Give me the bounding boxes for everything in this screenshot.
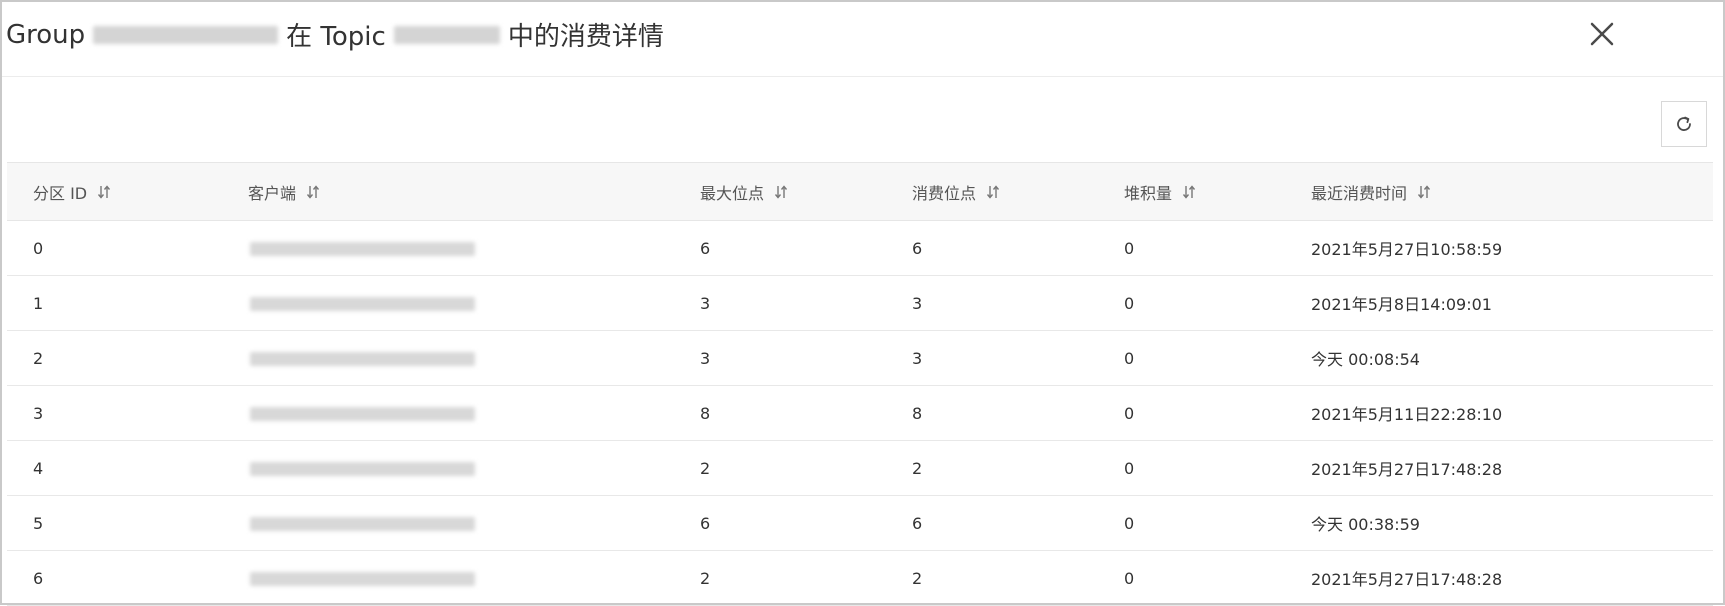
table-row: 0 6 6 0 2021年5月27日10:58:59 (7, 220, 1713, 276)
cell-partition-id: 5 (7, 495, 222, 551)
cell-max-offset: 6 (674, 495, 886, 551)
table-header-row: 分区 ID 客户端 最大位点 消费位点 堆积量 最近消费时间 (7, 162, 1713, 221)
consumption-table: 分区 ID 客户端 最大位点 消费位点 堆积量 最近消费时间 0 6 6 0 2… (7, 162, 1713, 606)
cell-client (222, 550, 674, 606)
cell-partition-id: 6 (7, 550, 222, 606)
cell-last-consumed-time: 今天 00:38:59 (1285, 495, 1713, 551)
refresh-button[interactable] (1661, 101, 1707, 147)
cell-partition-id: 4 (7, 440, 222, 496)
client-redacted (250, 297, 475, 311)
refresh-icon (1677, 116, 1691, 131)
cell-max-offset: 3 (674, 330, 886, 386)
consumption-table-wrapper: 分区 ID 客户端 最大位点 消费位点 堆积量 最近消费时间 0 6 6 0 2… (7, 162, 1713, 606)
sort-icon[interactable] (1417, 184, 1431, 200)
cell-backlog: 0 (1098, 550, 1285, 606)
dialog-title: Group 在 Topic 中的消费详情 (6, 16, 664, 53)
cell-consumer-offset: 2 (886, 440, 1098, 496)
table-row: 4 2 2 0 2021年5月27日17:48:28 (7, 440, 1713, 496)
client-redacted (250, 242, 475, 256)
cell-max-offset: 2 (674, 440, 886, 496)
table-toolbar (2, 77, 1723, 162)
client-redacted (250, 407, 475, 421)
cell-last-consumed-time: 今天 00:08:54 (1285, 330, 1713, 386)
cell-consumer-offset: 6 (886, 495, 1098, 551)
cell-last-consumed-time: 2021年5月27日17:48:28 (1285, 440, 1713, 496)
table-row: 5 6 6 0 今天 00:38:59 (7, 495, 1713, 551)
cell-max-offset: 8 (674, 385, 886, 441)
cell-max-offset: 6 (674, 220, 886, 276)
cell-client (222, 495, 674, 551)
cell-last-consumed-time: 2021年5月11日22:28:10 (1285, 385, 1713, 441)
consumption-details-dialog: Group 在 Topic 中的消费详情 分区 ID 客户端 最大位点 消费位点… (0, 0, 1725, 606)
title-middle: 在 Topic (286, 22, 386, 52)
table-row: 2 3 3 0 今天 00:08:54 (7, 330, 1713, 386)
dialog-header: Group 在 Topic 中的消费详情 (2, 2, 1723, 77)
cell-consumer-offset: 3 (886, 275, 1098, 331)
cell-client (222, 440, 674, 496)
table-row: 3 8 8 0 2021年5月11日22:28:10 (7, 385, 1713, 441)
title-suffix: 中的消费详情 (507, 22, 664, 52)
cell-client (222, 385, 674, 441)
cell-client (222, 275, 674, 331)
cell-backlog: 0 (1098, 440, 1285, 496)
cell-consumer-offset: 3 (886, 330, 1098, 386)
cell-client (222, 220, 674, 276)
cell-last-consumed-time: 2021年5月27日10:58:59 (1285, 220, 1713, 276)
close-icon (1590, 22, 1614, 46)
client-redacted (250, 517, 475, 531)
cell-partition-id: 2 (7, 330, 222, 386)
column-header-max-offset[interactable]: 最大位点 (674, 162, 886, 221)
title-prefix: Group (6, 19, 86, 50)
cell-client (222, 330, 674, 386)
column-header-last-consumed-time[interactable]: 最近消费时间 (1285, 162, 1713, 221)
cell-backlog: 0 (1098, 330, 1285, 386)
column-header-client[interactable]: 客户端 (222, 162, 674, 221)
cell-partition-id: 3 (7, 385, 222, 441)
sort-icon[interactable] (774, 184, 788, 200)
cell-max-offset: 2 (674, 550, 886, 606)
close-button[interactable] (1580, 14, 1622, 56)
column-header-partition-id[interactable]: 分区 ID (7, 162, 222, 221)
column-header-backlog[interactable]: 堆积量 (1098, 162, 1285, 221)
topic-name-redacted (393, 25, 500, 44)
group-name-redacted (93, 25, 279, 44)
cell-max-offset: 3 (674, 275, 886, 331)
cell-backlog: 0 (1098, 385, 1285, 441)
cell-backlog: 0 (1098, 275, 1285, 331)
sort-icon[interactable] (306, 184, 320, 200)
table-row: 6 2 2 0 2021年5月27日17:48:28 (7, 550, 1713, 606)
cell-consumer-offset: 8 (886, 385, 1098, 441)
column-header-consumer-offset[interactable]: 消费位点 (886, 162, 1098, 221)
cell-last-consumed-time: 2021年5月8日14:09:01 (1285, 275, 1713, 331)
client-redacted (250, 352, 475, 366)
client-redacted (250, 572, 475, 586)
cell-backlog: 0 (1098, 495, 1285, 551)
table-row: 1 3 3 0 2021年5月8日14:09:01 (7, 275, 1713, 331)
cell-partition-id: 1 (7, 275, 222, 331)
cell-last-consumed-time: 2021年5月27日17:48:28 (1285, 550, 1713, 606)
cell-consumer-offset: 2 (886, 550, 1098, 606)
cell-partition-id: 0 (7, 220, 222, 276)
sort-icon[interactable] (986, 184, 1000, 200)
cell-backlog: 0 (1098, 220, 1285, 276)
cell-consumer-offset: 6 (886, 220, 1098, 276)
client-redacted (250, 462, 475, 476)
sort-icon[interactable] (97, 184, 111, 200)
sort-icon[interactable] (1182, 184, 1196, 200)
